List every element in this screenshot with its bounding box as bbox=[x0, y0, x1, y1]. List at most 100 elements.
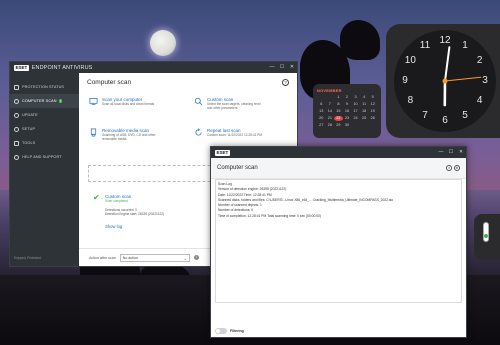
minute-hand bbox=[444, 46, 451, 82]
sidebar: PROTECTION STATUS COMPUTER SCAN 1 UPDATE… bbox=[10, 73, 79, 266]
calendar-day[interactable]: 6 bbox=[317, 102, 326, 107]
calendar-day[interactable]: 30 bbox=[343, 123, 352, 128]
calendar-grid: 1 2 3 4 5 6 7 8 9 10 11 12 13 14 15 16 17 18 19 20 21 22 23 24 2… bbox=[317, 95, 377, 130]
minimize-button[interactable]: — bbox=[267, 62, 277, 73]
log-line: Time of completion: 12:28:41 PM Total sc… bbox=[218, 213, 321, 218]
removable-media-scan-option[interactable]: Removable media scan Scanning of USB, DV… bbox=[89, 128, 160, 141]
scan-your-computer-option[interactable]: Scan your computer Scan all local disks … bbox=[89, 97, 160, 106]
filtering-label: Filtering bbox=[230, 328, 244, 333]
chevron-down-icon: ⌄ bbox=[183, 255, 187, 261]
maximize-button[interactable]: ☐ bbox=[446, 147, 456, 158]
calendar-day[interactable]: 10 bbox=[351, 102, 360, 107]
sidebar-item-computer-scan[interactable]: COMPUTER SCAN 1 bbox=[10, 94, 79, 108]
close-button[interactable]: ✕ bbox=[287, 62, 297, 73]
calendar-day[interactable]: 28 bbox=[326, 123, 335, 128]
action-after-scan-select[interactable]: No action ⌄ bbox=[119, 253, 190, 262]
calendar-widget[interactable]: NOVEMBER 1 2 3 4 5 6 7 8 9 10 11 12 13 14 15 16 17 18 19 20… bbox=[313, 84, 381, 138]
notification-badge: 1 bbox=[58, 99, 63, 103]
minimize-button[interactable]: — bbox=[436, 147, 446, 158]
calendar-day[interactable]: 13 bbox=[317, 109, 326, 114]
clock-number: 12 bbox=[439, 35, 451, 46]
option-description: Scan all local disks and clean threats bbox=[102, 102, 155, 106]
sidebar-item-update[interactable]: UPDATE bbox=[10, 108, 79, 122]
calendar-day[interactable]: 5 bbox=[368, 95, 377, 100]
sidebar-item-tools[interactable]: TOOLS bbox=[10, 136, 79, 150]
calendar-day[interactable]: 25 bbox=[360, 116, 369, 121]
calendar-day[interactable] bbox=[317, 95, 326, 100]
clock-number: 10 bbox=[404, 55, 416, 66]
calendar-day[interactable] bbox=[360, 123, 369, 128]
clock-number: 1 bbox=[462, 40, 468, 52]
sidebar-item-label: COMPUTER SCAN bbox=[22, 99, 57, 103]
calendar-day[interactable]: 1 bbox=[334, 95, 343, 100]
status-dot bbox=[484, 234, 488, 238]
scan-log-window[interactable]: ESET — ☐ ✕ Computer scan ≡ ⊕ Scan Log Ve… bbox=[210, 146, 467, 338]
sidebar-item-setup[interactable]: SETUP bbox=[10, 122, 79, 136]
show-log-link[interactable]: Show log bbox=[105, 224, 122, 229]
scan-result-details: Detections occurred: 0 Detection Engine … bbox=[105, 208, 164, 216]
check-icon: ✔ bbox=[93, 193, 100, 202]
select-value: No action bbox=[122, 255, 138, 260]
calendar-day[interactable] bbox=[368, 123, 377, 128]
close-button[interactable]: ✕ bbox=[456, 147, 466, 158]
clock-number: 2 bbox=[476, 55, 483, 66]
maximize-button[interactable]: ☐ bbox=[277, 62, 287, 73]
info-icon[interactable]: i bbox=[193, 255, 199, 260]
calendar-day[interactable]: 27 bbox=[317, 123, 326, 128]
calendar-day[interactable]: 20 bbox=[317, 116, 326, 121]
calendar-day[interactable]: 14 bbox=[326, 109, 335, 114]
calendar-day[interactable]: 21 bbox=[326, 116, 335, 121]
action-after-scan-label: Action after scan bbox=[89, 255, 116, 260]
edge-widget[interactable] bbox=[474, 214, 500, 260]
log-footer: Filtering bbox=[211, 324, 466, 337]
sidebar-item-protection-status[interactable]: PROTECTION STATUS bbox=[10, 80, 79, 94]
calendar-day[interactable]: 29 bbox=[334, 123, 343, 128]
scan-result-status: Scan completed bbox=[105, 199, 128, 203]
clock-number: 11 bbox=[419, 40, 431, 52]
option-description: Custom scan: 11/22/2022 12:28:41 PM bbox=[207, 133, 263, 137]
calendar-day[interactable] bbox=[326, 95, 335, 100]
calendar-day[interactable]: 24 bbox=[351, 116, 360, 121]
briefcase-icon bbox=[14, 140, 19, 146]
sidebar-item-label: UPDATE bbox=[22, 113, 38, 117]
app-title: ENDPOINT ANTIVIRUS bbox=[31, 64, 93, 71]
calendar-day[interactable]: 16 bbox=[343, 109, 352, 114]
help-icon[interactable]: ? bbox=[282, 78, 289, 86]
calendar-day[interactable]: 7 bbox=[326, 102, 335, 107]
computer-icon bbox=[89, 97, 98, 106]
calendar-month: NOVEMBER bbox=[317, 88, 342, 93]
moon bbox=[150, 30, 176, 56]
calendar-day[interactable]: 3 bbox=[351, 95, 360, 100]
sidebar-item-help-and-support[interactable]: HELP AND SUPPORT bbox=[10, 150, 79, 164]
filtering-toggle[interactable] bbox=[215, 327, 227, 334]
calendar-day[interactable]: 2 bbox=[343, 95, 352, 100]
calendar-day[interactable]: 9 bbox=[343, 102, 352, 107]
repeat-icon bbox=[195, 128, 202, 136]
log-content[interactable]: Scan Log Version of detection engine: 26… bbox=[215, 179, 462, 303]
widget-pill bbox=[483, 222, 489, 242]
calendar-day[interactable]: 22 bbox=[334, 116, 343, 121]
menu-icon[interactable]: ≡ bbox=[446, 165, 452, 171]
calendar-day[interactable]: 8 bbox=[334, 102, 343, 107]
calendar-day[interactable]: 12 bbox=[368, 102, 377, 107]
sidebar-item-label: PROTECTION STATUS bbox=[22, 85, 65, 89]
title-bar[interactable]: ESET ENDPOINT ANTIVIRUS — ☐ ✕ bbox=[10, 62, 297, 73]
clock-number: 5 bbox=[462, 109, 468, 121]
zoom-icon[interactable]: ⊕ bbox=[454, 165, 460, 171]
clock-widget[interactable]: 12 1 2 3 4 5 6 7 8 9 10 11 bbox=[386, 24, 500, 138]
repeat-last-scan-option[interactable]: Repeat last scan Custom scan: 11/22/2022… bbox=[194, 128, 265, 137]
calendar-day[interactable]: 4 bbox=[360, 95, 369, 100]
calendar-day[interactable]: 23 bbox=[343, 116, 352, 121]
calendar-day[interactable]: 15 bbox=[334, 109, 343, 114]
calendar-day[interactable]: 18 bbox=[360, 109, 369, 114]
calendar-day[interactable]: 17 bbox=[351, 109, 360, 114]
calendar-day[interactable]: 19 bbox=[368, 109, 377, 114]
calendar-day[interactable]: 11 bbox=[360, 102, 369, 107]
help-icon bbox=[14, 154, 19, 160]
log-title: Computer scan bbox=[217, 165, 258, 171]
custom-scan-option[interactable]: Custom scan Select the scan targets, cle… bbox=[194, 97, 265, 110]
calendar-day[interactable]: 26 bbox=[368, 116, 377, 121]
calendar-day[interactable] bbox=[351, 123, 360, 128]
eset-logo: ESET bbox=[215, 149, 230, 156]
log-title-bar[interactable]: ESET — ☐ ✕ bbox=[211, 147, 466, 158]
